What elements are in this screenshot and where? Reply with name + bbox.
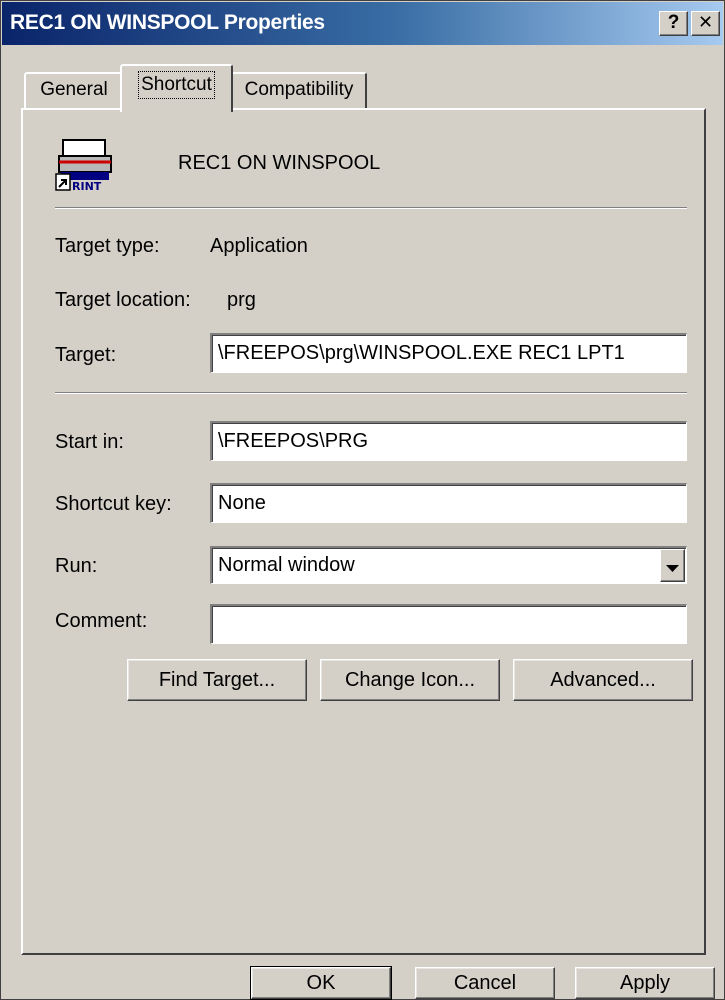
icon-caption: RINT <box>72 180 102 193</box>
run-selected-value: Normal window <box>218 554 355 576</box>
target-location-value: prg <box>227 289 256 311</box>
title-bar[interactable]: REC1 ON WINSPOOL Properties ? ✕ <box>2 2 723 45</box>
cancel-button[interactable]: Cancel <box>415 967 555 999</box>
start-in-label: Start in: <box>55 431 124 453</box>
separator <box>55 207 687 209</box>
help-button[interactable]: ? <box>659 11 688 36</box>
find-target-button[interactable]: Find Target... <box>127 659 307 701</box>
start-in-input[interactable]: \FREEPOS\PRG <box>210 421 687 461</box>
comment-label: Comment: <box>55 610 148 632</box>
change-icon-button[interactable]: Change Icon... <box>320 659 500 701</box>
separator <box>55 392 687 394</box>
comment-input[interactable] <box>210 604 687 644</box>
target-type-label: Target type: <box>55 235 160 257</box>
target-label: Target: <box>55 344 117 366</box>
shortcut-name: REC1 ON WINSPOOL <box>178 152 381 174</box>
shortcut-key-input[interactable]: None <box>210 483 687 523</box>
window-title: REC1 ON WINSPOOL Properties <box>10 11 325 34</box>
ok-button[interactable]: OK <box>250 966 392 1000</box>
target-input[interactable]: \FREEPOS\prg\WINSPOOL.EXE REC1 LPT1 <box>210 333 687 373</box>
close-button[interactable]: ✕ <box>691 11 720 36</box>
run-select[interactable]: Normal window <box>210 546 687 584</box>
tab-general[interactable]: General <box>24 72 124 110</box>
target-type-value: Application <box>210 235 308 257</box>
tab-shortcut[interactable]: Shortcut <box>120 64 233 112</box>
run-label: Run: <box>55 555 98 577</box>
tab-shortcut-label: Shortcut <box>138 71 215 99</box>
properties-dialog: REC1 ON WINSPOOL Properties ? ✕ General … <box>0 0 725 1000</box>
run-dropdown-button[interactable] <box>660 549 685 582</box>
chevron-down-icon <box>666 565 679 572</box>
target-location-label: Target location: <box>55 289 191 311</box>
shortcut-tab-panel: RINT REC1 ON WINSPOOL Target type: Appli… <box>21 108 706 955</box>
printer-shortcut-icon: RINT <box>55 139 112 193</box>
advanced-button[interactable]: Advanced... <box>513 659 693 701</box>
apply-button[interactable]: Apply <box>575 967 715 999</box>
shortcut-key-label: Shortcut key: <box>55 493 172 515</box>
tab-compatibility[interactable]: Compatibility <box>231 72 367 110</box>
